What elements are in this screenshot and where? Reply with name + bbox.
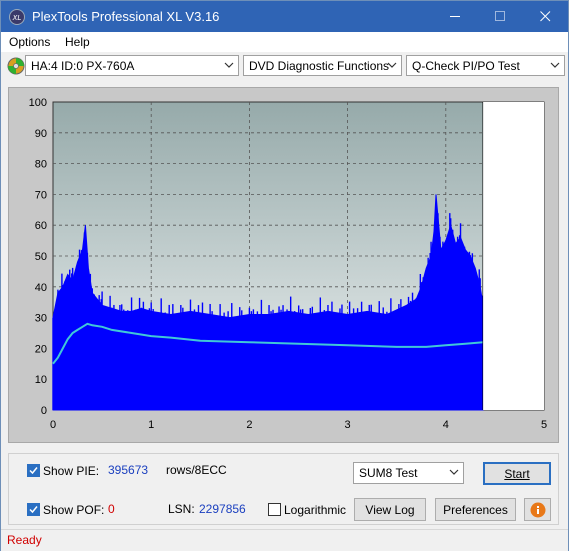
menu-options[interactable]: Options [9,35,50,49]
title-bar[interactable]: XL PlexTools Professional XL V3.16 [1,1,568,32]
function-select-value: DVD Diagnostic Functions [249,59,390,73]
status-bar: Ready [1,529,568,551]
lsn-value: 2297856 [199,502,246,516]
y-tick-label: 0 [41,405,47,417]
pi-po-chart: 0 10 20 30 40 50 60 70 80 90 100 0 1 2 3 4 5 [29,97,547,431]
unscanned-region [483,102,544,410]
app-window: XL PlexTools Professional XL V3.16 Optio… [0,0,569,551]
minimize-icon [450,16,460,17]
y-tick-label: 20 [35,343,47,355]
y-tick-label: 50 [35,251,47,263]
view-log-button-label: View Log [365,502,415,517]
menu-help[interactable]: Help [65,35,90,49]
preferences-button[interactable]: Preferences [435,498,516,521]
y-tick-label: 30 [35,313,47,325]
maximize-button[interactable] [478,1,523,32]
test-mode-value: SUM8 Test [359,466,418,480]
maximize-icon [495,11,505,21]
menu-bar: Options Help [1,32,568,52]
app-logo-icon: XL [9,9,25,25]
info-icon [530,502,545,517]
start-button-label: Start [504,466,530,481]
svg-text:XL: XL [12,14,22,22]
function-select[interactable]: DVD Diagnostic Functions [243,55,402,76]
chevron-down-icon [224,62,234,68]
drive-select-value: HA:4 ID:0 PX-760A [31,59,135,73]
chart-panel: 0 10 20 30 40 50 60 70 80 90 100 0 1 2 3 4 5 [8,87,559,443]
show-pie-label: Show PIE: [43,464,100,478]
x-tick-label: 2 [246,419,252,431]
controls-panel: Show PIE: 395673 rows/8ECC SUM8 Test Sta… [8,453,559,525]
y-tick-label: 100 [29,97,47,109]
y-tick-label: 40 [35,282,47,294]
test-mode-select[interactable]: SUM8 Test [353,462,464,484]
x-tick-label: 0 [50,419,56,431]
minimize-button[interactable] [433,1,478,32]
status-text: Ready [7,533,42,547]
x-tick-label: 3 [345,419,351,431]
chevron-down-icon [550,62,560,68]
x-tick-label: 4 [443,419,449,431]
check-icon [29,467,38,475]
chevron-down-icon [387,62,397,68]
start-button[interactable]: Start [483,462,551,485]
y-tick-label: 10 [35,374,47,386]
y-tick-label: 90 [35,128,47,140]
x-tick-label: 1 [148,419,154,431]
y-tick-label: 70 [35,189,47,201]
show-pof-checkbox[interactable] [27,503,40,516]
drive-disc-icon [7,57,25,75]
logarithmic-label: Logarithmic [284,503,347,517]
view-log-button[interactable]: View Log [354,498,426,521]
lsn-label: LSN: [168,502,195,516]
info-button[interactable] [524,498,551,521]
drive-select[interactable]: HA:4 ID:0 PX-760A [25,55,239,76]
pof-value: 0 [108,502,115,516]
close-icon [540,11,551,22]
check-icon [29,506,38,514]
chevron-down-icon [449,469,459,475]
window-title: PlexTools Professional XL V3.16 [32,9,220,24]
show-pof-label: Show POF: [43,503,105,517]
y-tick-label: 80 [35,159,47,171]
close-button[interactable] [523,1,568,32]
test-select-value: Q-Check PI/PO Test [412,59,520,73]
pie-unit: rows/8ECC [166,463,227,477]
y-tick-label: 60 [35,220,47,232]
preferences-button-label: Preferences [443,502,508,517]
show-pie-checkbox[interactable] [27,464,40,477]
toolbar: HA:4 ID:0 PX-760A DVD Diagnostic Functio… [1,52,568,82]
test-select[interactable]: Q-Check PI/PO Test [406,55,565,76]
logarithmic-checkbox[interactable] [268,503,281,516]
pie-value: 395673 [108,463,149,477]
x-tick-label: 5 [541,419,547,431]
